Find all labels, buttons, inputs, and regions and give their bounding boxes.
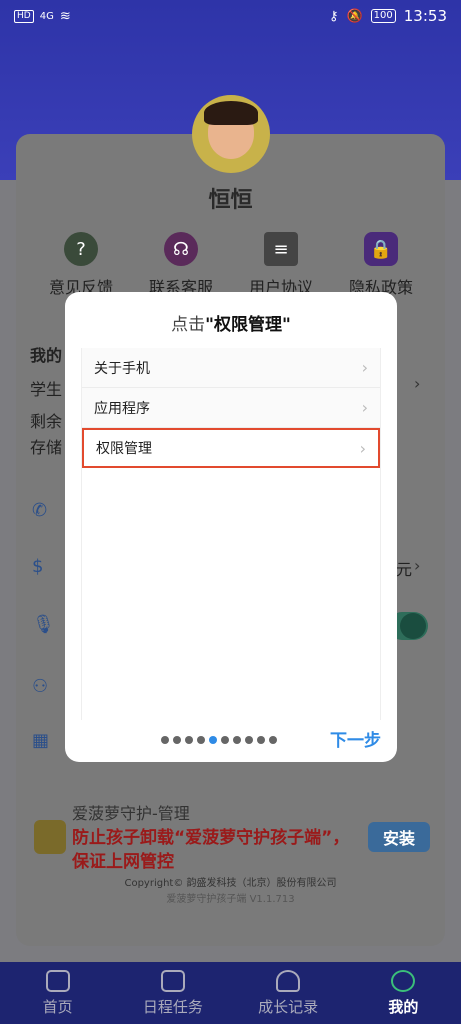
- guide-dialog: 点击"权限管理" 关于手机 › 应用程序 › 权限管理 › 下一步: [65, 292, 397, 762]
- guide-screenshot: 关于手机 › 应用程序 › 权限管理 ›: [81, 348, 381, 720]
- page-dot: [257, 736, 265, 744]
- menu-item-permission-management: 权限管理 ›: [82, 428, 380, 468]
- dialog-title-highlight: "权限管理": [205, 315, 291, 335]
- dialog-title-prefix: 点击: [171, 315, 206, 335]
- page-dot: [173, 736, 181, 744]
- page-dot: [221, 736, 229, 744]
- page-dot: [197, 736, 205, 744]
- menu-item-label: 应用程序: [94, 400, 150, 417]
- settings-menu-list: 关于手机 › 应用程序 › 权限管理 ›: [82, 348, 380, 468]
- menu-item-about-phone: 关于手机 ›: [82, 348, 380, 388]
- page-dot: [269, 736, 277, 744]
- page-dot: [233, 736, 241, 744]
- page-dot: [161, 736, 169, 744]
- chevron-right-icon: ›: [359, 438, 366, 458]
- menu-item-label: 关于手机: [94, 360, 150, 377]
- menu-item-label: 权限管理: [96, 441, 152, 457]
- chevron-right-icon: ›: [361, 398, 368, 417]
- page-dot: [245, 736, 253, 744]
- page-dot: [209, 736, 217, 744]
- next-step-button[interactable]: 下一步: [330, 726, 381, 751]
- chevron-right-icon: ›: [361, 358, 368, 377]
- page-indicator: [161, 736, 277, 744]
- dialog-title: 点击"权限管理": [65, 310, 397, 335]
- page-dot: [185, 736, 193, 744]
- menu-item-applications: 应用程序 ›: [82, 388, 380, 428]
